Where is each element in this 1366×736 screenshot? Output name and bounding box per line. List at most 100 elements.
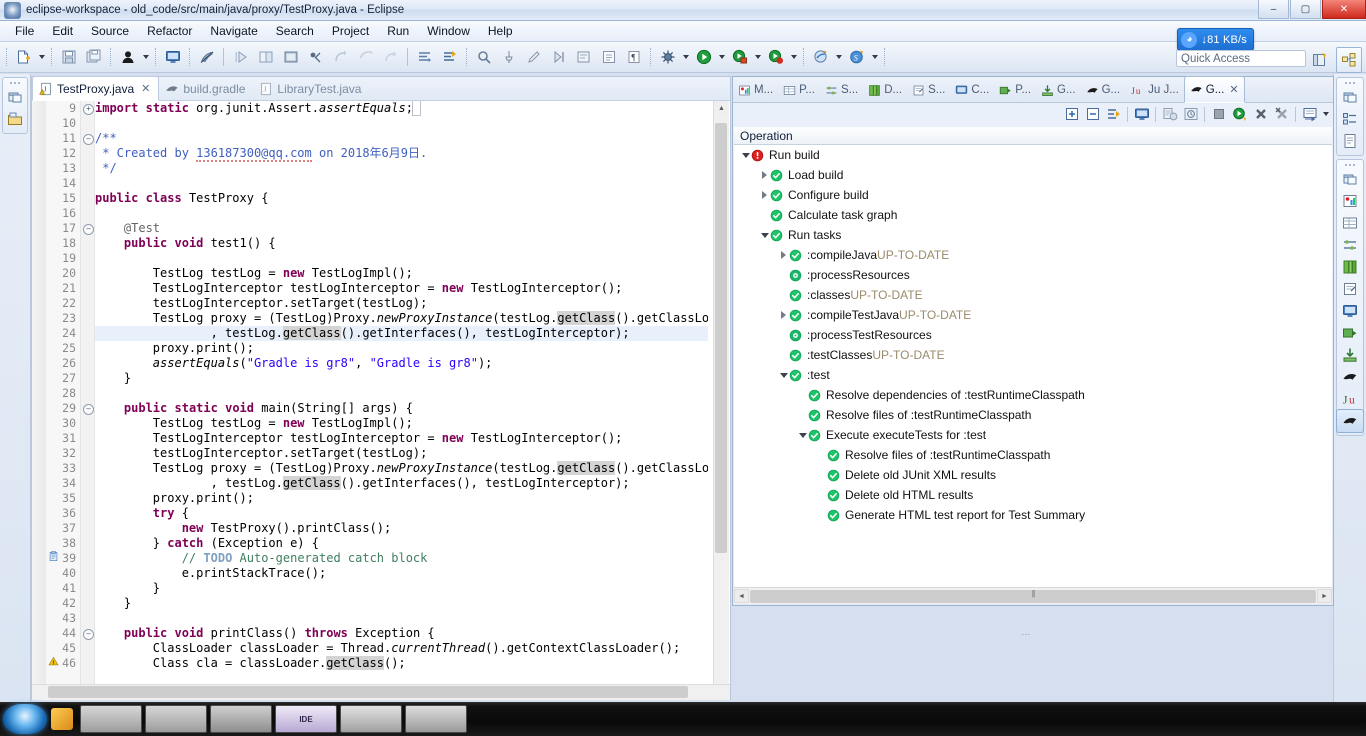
debug-icon[interactable] [656,46,679,69]
skip-breakpoints-icon[interactable] [304,46,327,69]
save-icon[interactable] [57,46,80,69]
code-line[interactable]: try { [95,506,708,521]
next-annotation-icon[interactable] [547,46,570,69]
code-line[interactable]: */ [95,161,708,176]
menu-window[interactable]: Window [418,22,479,40]
tree-row[interactable]: Delete old HTML results [734,485,1332,505]
network-speed-widget[interactable]: ◕ ↓81 KB/s [1177,28,1254,51]
taskbar-window-4[interactable] [340,705,402,733]
stop-icon[interactable] [1208,104,1229,125]
code-line[interactable]: new TestProxy().printClass(); [95,521,708,536]
code-line[interactable] [95,206,708,221]
pencil-icon[interactable] [522,46,545,69]
code-line[interactable]: @Test [95,221,708,236]
fold-expand-icon[interactable]: + [83,104,94,115]
view-tab-data-source[interactable]: D... [863,78,907,102]
menu-help[interactable]: Help [479,22,522,40]
code-line[interactable]: // TODO Auto-generated catch block [95,551,708,566]
tree-row[interactable]: Run tasks [734,225,1332,245]
menu-search[interactable]: Search [267,22,323,40]
tree-row[interactable]: Resolve dependencies of :testRuntimeClas… [734,385,1332,405]
problems-view-icon[interactable] [1337,190,1363,212]
code-line[interactable]: TestLogInterceptor testLogInterceptor = … [95,281,708,296]
code-line[interactable]: ClassLoader classLoader = Thread.current… [95,641,708,656]
annotation-ruler[interactable] [32,101,47,700]
taskbar-window-5[interactable] [405,705,467,733]
chevron-right-icon[interactable] [778,305,789,325]
menu-file[interactable]: File [6,22,43,40]
code-line[interactable]: public void test1() { [95,236,708,251]
tree-row[interactable]: Resolve files of :testRuntimeClasspath [734,445,1332,465]
external-arrow[interactable] [833,46,844,69]
editor-tab-testproxy[interactable]: J TestProxy.java ✕ [32,76,160,101]
start-orb[interactable] [3,704,47,734]
console-view-icon[interactable] [1337,300,1363,322]
open-perspective-icon[interactable] [1307,47,1333,73]
menu-navigate[interactable]: Navigate [201,22,266,40]
scroll-up-arrow[interactable]: ▲ [714,101,729,116]
tree-row[interactable]: Configure build [734,185,1332,205]
view-tab-progress[interactable]: P... [994,78,1036,102]
layout-icon[interactable] [413,46,436,69]
step-forward-icon[interactable] [229,46,252,69]
progress-view-icon[interactable] [1337,322,1363,344]
tree-row[interactable]: Run build [734,145,1332,165]
junit-view-icon[interactable]: Ju [1337,388,1363,410]
chevron-down-icon[interactable] [740,145,751,165]
code-line[interactable]: , testLog.getClass().getInterfaces(), te… [95,326,708,341]
code-line[interactable]: testLogInterceptor.setTarget(testLog); [95,446,708,461]
code-line[interactable]: TestLog proxy = (TestLog)Proxy.newProxyI… [95,461,708,476]
cancel-build-icon[interactable] [1159,104,1180,125]
code-line[interactable] [95,176,708,191]
scroll-left-arrow[interactable]: ◄ [734,589,749,603]
pin-icon[interactable] [497,46,520,69]
view-tab-servers[interactable]: S... [820,78,863,102]
view-tab-markers[interactable]: M... [733,78,778,102]
save-all-icon[interactable] [82,46,105,69]
fold-collapse-icon[interactable]: – [83,629,94,640]
chevron-right-icon[interactable] [759,165,770,185]
folding-ruler[interactable]: + – – – – [81,101,95,700]
code-line[interactable]: } [95,596,708,611]
close-button[interactable]: ✕ [1322,0,1366,19]
code-line[interactable]: e.printStackTrace(); [95,566,708,581]
menu-run[interactable]: Run [378,22,418,40]
servers-view-icon[interactable] [1337,234,1363,256]
code-line[interactable]: testLogInterceptor.setTarget(testLog); [95,296,708,311]
menu-project[interactable]: Project [323,22,378,40]
view-menu-icon[interactable] [1299,104,1320,125]
sonar-icon[interactable]: S [845,46,868,69]
code-line[interactable]: TestLogInterceptor testLogInterceptor = … [95,431,708,446]
snippets-view-icon[interactable] [1337,278,1363,300]
sonar-arrow[interactable] [869,46,880,69]
tree-row[interactable]: Execute executeTests for :test [734,425,1332,445]
sash-handle[interactable]: ⋮ [1021,630,1031,641]
chevron-down-icon[interactable] [759,225,770,245]
chevron-down-icon[interactable] [778,365,789,385]
editor-tab-librarytest[interactable]: J LibraryTest.java [253,78,369,100]
pilcrow-icon[interactable]: ¶ [622,46,645,69]
java-perspective-icon[interactable] [1336,47,1362,73]
code-line[interactable]: import static org.junit.Assert.assertEqu… [95,101,708,116]
editor-tab-buildgradle[interactable]: build.gradle [159,78,253,100]
view-tab-snippets[interactable]: S... [907,78,950,102]
toggle-mark-occurrences-icon[interactable] [195,46,218,69]
view-tab-gradle-tasks[interactable]: G... [1036,78,1081,102]
link-with-selection-icon[interactable] [1103,104,1124,125]
code-line[interactable]: * Created by 136187300@qq.com on 2018年6月… [95,146,708,162]
code-line[interactable]: proxy.print(); [95,341,708,356]
code-line[interactable]: } [95,371,708,386]
view-horizontal-scrollbar[interactable]: ◄ ► [734,587,1332,604]
last-edit-icon[interactable] [597,46,620,69]
view-tab-gradle-executions[interactable]: G... ✕ [1183,76,1245,103]
view-tab-properties[interactable]: P... [778,78,820,102]
code-line[interactable]: public void printClass() throws Exceptio… [95,626,708,641]
restore-view-icon[interactable] [1337,86,1363,108]
view-tab-console[interactable]: C... [950,78,994,102]
new-dropdown-arrow[interactable] [36,46,47,69]
profile-icon[interactable] [764,46,787,69]
expand-all-icon[interactable] [1061,104,1082,125]
disconnect-icon[interactable] [379,46,402,69]
taskbar-window-3[interactable] [210,705,272,733]
code-line[interactable]: public static void main(String[] args) { [95,401,708,416]
